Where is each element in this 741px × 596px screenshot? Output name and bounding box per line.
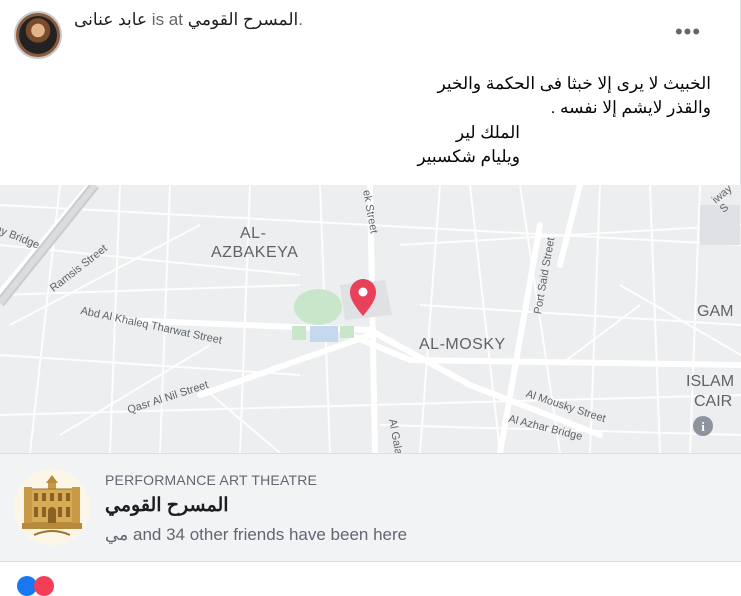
label-galaa: Al Galaa <box>386 418 406 453</box>
label-ramsis-bridge: ay Bridge <box>0 223 42 252</box>
label-qasr-street: Qasr Al Nil Street <box>126 378 210 417</box>
place-logo[interactable] <box>14 469 90 545</box>
header-dot: . <box>298 10 303 29</box>
post-signature: الملك لير ويليام شكسبير <box>417 121 520 169</box>
label-azhar-bridge: Al Azhar Bridge <box>507 413 584 443</box>
label-islam-1: ISLAM <box>686 373 735 390</box>
label-port-said-street: Port Said Street <box>532 236 558 316</box>
place-info-bar[interactable]: PERFORMANCE ART THEATRE المسرح القومي مي… <box>0 453 741 561</box>
label-ramsis-street: Ramsis Street <box>48 242 110 295</box>
post-body: الخبيث لا يرى إلا خبثا فى الحكمة والخير … <box>438 72 711 120</box>
avatar-photo <box>19 16 57 54</box>
post-header: عابد عنانى is at المسرح القومي. <box>74 10 303 30</box>
more-horizontal-icon: ••• <box>674 19 702 44</box>
is-at-text: is at <box>151 10 183 29</box>
place-category: PERFORMANCE ART THEATRE <box>105 472 318 488</box>
post-card: عابد عنانى is at المسرح القومي. ••• الخب… <box>0 0 741 596</box>
post-line-3: الملك لير <box>455 123 520 142</box>
label-mosky: AL-MOSKY <box>419 336 506 353</box>
label-islam-2: CAIR <box>694 393 733 410</box>
post-line-4: ويليام شكسبير <box>417 147 520 166</box>
label-azbakeya-2: AZBAKEYA <box>211 244 299 261</box>
author-avatar[interactable] <box>14 11 62 59</box>
post-line-1: الخبيث لا يرى إلا خبثا فى الحكمة والخير <box>437 74 711 93</box>
place-name-link[interactable]: المسرح القومي <box>105 494 229 517</box>
love-reaction-icon[interactable] <box>34 576 54 596</box>
label-tharwat-street: Abd Al Khaleq Tharwat Street <box>79 305 223 347</box>
theatre-building-icon <box>14 469 90 545</box>
author-name-link[interactable]: عابد عنانى <box>74 10 147 29</box>
friends-visited-text: مي and 34 other friends have been here <box>105 525 408 544</box>
post-line-2: والقذر لايشم إلا نفسه . <box>550 98 711 117</box>
reactions-bar <box>0 561 741 596</box>
place-link[interactable]: المسرح القومي <box>188 10 299 29</box>
location-map[interactable]: i AL- AZBAKEYA AL-MOSKY GAM ISLAM CAIR a… <box>0 185 741 453</box>
label-azbakeya-1: AL- <box>240 225 267 242</box>
label-way-top: iway S <box>710 185 735 216</box>
label-ek-street: ek Street <box>360 189 380 235</box>
more-options-button[interactable]: ••• <box>670 19 706 44</box>
map-labels: AL- AZBAKEYA AL-MOSKY GAM ISLAM CAIR ay … <box>0 185 741 453</box>
label-gam: GAM <box>697 303 734 320</box>
